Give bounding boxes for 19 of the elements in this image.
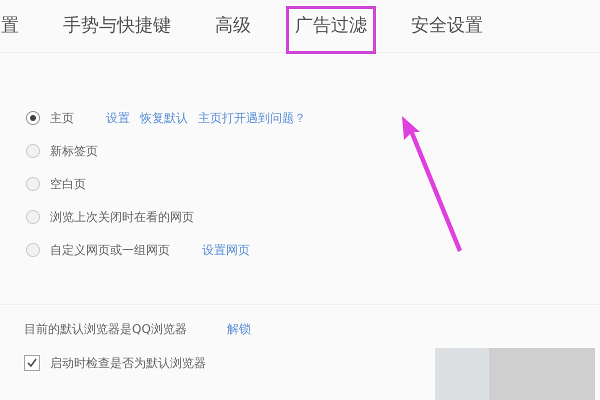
settings-tab[interactable]: 广告过滤: [286, 6, 376, 54]
option-label: 空白页: [50, 176, 86, 192]
settings-tab[interactable]: 手势与快捷键: [54, 6, 180, 46]
radio-button[interactable]: [26, 177, 40, 191]
check-icon: [26, 357, 38, 369]
option-label: 新标签页: [50, 142, 98, 160]
settings-tab[interactable]: 安全设置: [402, 6, 492, 46]
radio-button[interactable]: [26, 144, 40, 158]
radio-button[interactable]: [26, 243, 40, 257]
option-label: 自定义网页或一组网页: [50, 242, 170, 258]
radio-button[interactable]: [26, 111, 40, 125]
option-label: 主页: [50, 110, 74, 126]
settings-tab[interactable]: 高级: [206, 6, 260, 46]
settings-tab[interactable]: 置: [0, 6, 28, 46]
default-browser-status: 目前的默认浏览器是QQ浏览器: [24, 320, 187, 338]
checkbox-label: 启动时检查是否为默认浏览器: [50, 354, 206, 372]
checkbox[interactable]: [24, 355, 40, 371]
radio-button[interactable]: [26, 210, 40, 224]
option-label: 浏览上次关闭时在看的网页: [50, 208, 194, 226]
